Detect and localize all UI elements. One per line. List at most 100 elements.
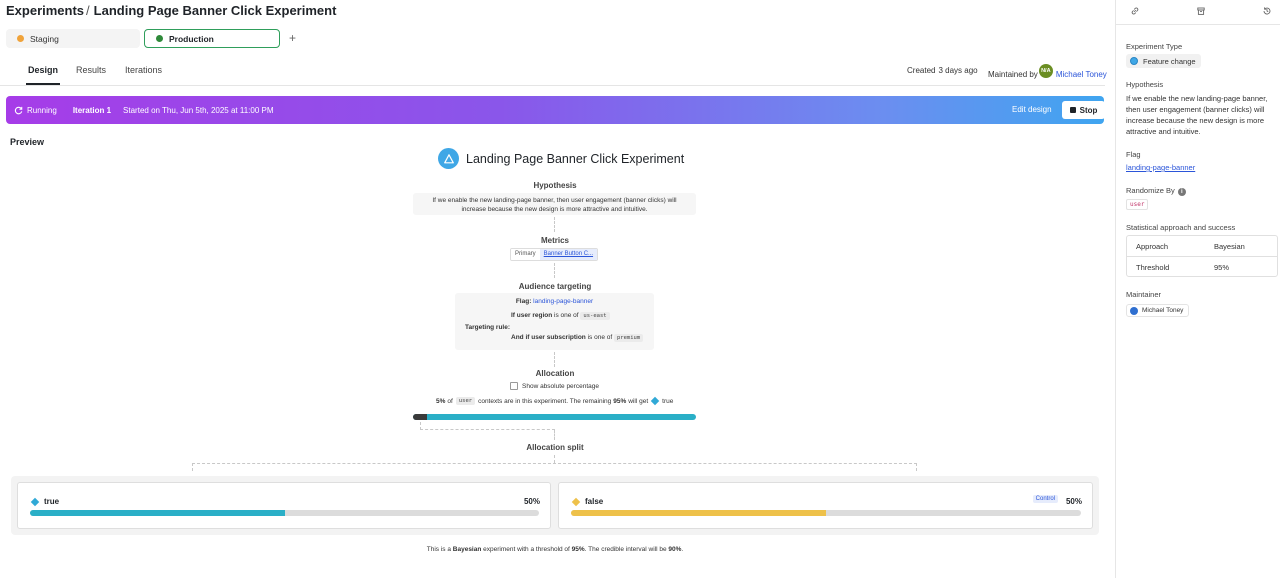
status-text: Running [27, 105, 57, 115]
experiment-header: Landing Page Banner Click Experiment [438, 148, 684, 169]
metric-type-label: Primary [511, 249, 540, 260]
control-badge: Control [1032, 495, 1058, 503]
note-text: . The credible interval will be [584, 546, 667, 553]
maintainer-link[interactable]: Michael Toney [1056, 70, 1107, 79]
variation-bar-fill [571, 510, 826, 516]
env-tab-staging[interactable]: Staging [6, 29, 140, 48]
experiment-summary-note: This is a Bayesian experiment with a thr… [0, 546, 1110, 553]
hypothesis-label: Hypothesis [1126, 80, 1164, 89]
connector-line [192, 463, 917, 471]
hypothesis-heading: Hypothesis [533, 181, 577, 190]
variation-percent: 50% [1065, 497, 1082, 506]
alloc-pct: 5% [436, 397, 446, 405]
cond-op: is one of [587, 334, 613, 341]
stat-key: Threshold [1136, 263, 1170, 272]
note-text: . [681, 546, 684, 553]
note-text: experiment with a threshold of [483, 546, 570, 553]
stat-key: Approach [1136, 241, 1169, 251]
hypothesis-line: increase because the new design is more … [461, 206, 648, 213]
history-icon[interactable] [1262, 6, 1272, 16]
variation-bar [571, 510, 1081, 516]
breadcrumb-experiments-link[interactable]: Experiments [6, 3, 84, 18]
cond-value: us-east [580, 312, 610, 320]
alloc-will-get: will get [628, 397, 649, 405]
allocation-summary: 5% of user contexts are in this experime… [434, 396, 674, 406]
alloc-of: of [447, 397, 453, 405]
diamond-icon [571, 497, 581, 506]
cond-prefix: If [511, 312, 515, 319]
tab-design[interactable]: Design [28, 65, 58, 75]
table-row: Approach Bayesian [1127, 236, 1277, 257]
randomize-by-value: user [1126, 199, 1149, 210]
breadcrumb: Experiments / Landing Page Banner Click Ex… [6, 3, 336, 18]
metric-pill: Primary Banner Button C... [510, 248, 599, 261]
flag-link[interactable]: landing-page-banner [533, 298, 593, 305]
cond-attr: user region [516, 312, 553, 319]
status-dot-icon [156, 35, 163, 42]
diamond-icon [650, 396, 660, 406]
avatar: N/A [1038, 64, 1053, 78]
allocation-split: true 50% false Control 50% [11, 476, 1099, 535]
experiment-title: Landing Page Banner Click Experiment [466, 151, 685, 166]
allocation-bar [413, 414, 696, 420]
diamond-icon [30, 497, 40, 506]
page-title: Landing Page Banner Click Experiment [93, 3, 337, 18]
cond-op: is one of [554, 312, 579, 319]
feature-change-icon [1130, 57, 1138, 65]
flag-link[interactable]: landing-page-banner [1126, 162, 1278, 173]
targeting-condition: And if user subscription is one of premi… [511, 334, 644, 342]
stop-label: Stop [1079, 105, 1098, 115]
tab-results[interactable]: Results [76, 65, 106, 75]
cond-prefix: And if [511, 334, 530, 341]
checkbox[interactable] [510, 382, 518, 390]
stop-button[interactable]: Stop [1062, 101, 1105, 119]
created-info: Created 3 days ago [907, 66, 978, 75]
iteration-label: Iteration 1 [72, 105, 112, 115]
cond-value: premium [613, 334, 644, 342]
metric-link[interactable]: Banner Button C... [539, 249, 598, 260]
tab-iterations[interactable]: Iterations [125, 65, 162, 75]
note-threshold: 95% [571, 546, 585, 553]
audience-box: Flag: landing-page-banner Targeting rule… [455, 293, 654, 350]
variation-bar-fill [30, 510, 285, 516]
variation-bar [30, 510, 539, 516]
hypothesis-box: If we enable the new landing-page banner… [413, 193, 696, 215]
allocation-split-heading: Allocation split [526, 443, 584, 452]
note-approach: Bayesian [452, 546, 482, 553]
variation-percent: 50% [523, 497, 540, 506]
connector-line [554, 263, 555, 278]
archive-icon[interactable] [1196, 6, 1206, 16]
alloc-remaining: 95% [613, 397, 627, 405]
link-icon[interactable] [1130, 6, 1140, 16]
connector-line [554, 430, 555, 440]
running-banner: Running Iteration 1 Started on Thu, Jun … [6, 96, 1105, 124]
started-text: Started on Thu, Jun 5th, 2025 at 11:00 P… [123, 105, 274, 115]
show-absolute-toggle[interactable]: Show absolute percentage [510, 382, 599, 390]
randomize-by-text: Randomize By [1126, 186, 1175, 195]
connector-line [554, 352, 555, 367]
info-icon[interactable]: i [1177, 188, 1186, 196]
variation-label: true [44, 497, 60, 506]
variation-label: false [585, 497, 604, 506]
edit-design-button[interactable]: Edit design [1012, 105, 1052, 114]
preview-heading: Preview [10, 137, 45, 147]
variation-card-true: true 50% [17, 482, 551, 529]
note-interval: 90% [668, 546, 682, 553]
alloc-default: true [662, 397, 674, 405]
variation-card-false: false Control 50% [558, 482, 1093, 529]
flask-icon [438, 148, 459, 169]
flag-label: Flag [1126, 150, 1141, 159]
connector-line [554, 455, 555, 463]
alloc-mid: contexts are in this experiment. The rem… [478, 397, 612, 405]
active-tab-indicator [26, 83, 60, 85]
add-environment-button[interactable]: + [289, 31, 296, 45]
env-tab-production[interactable]: Production [144, 29, 280, 48]
stat-approach-label: Statistical approach and success [1126, 223, 1236, 232]
hypothesis-text: If we enable the new landing-page banner… [1126, 94, 1268, 136]
stat-value: 95% [1214, 263, 1230, 272]
checkbox-label: Show absolute percentage [522, 382, 599, 390]
env-tab-label: Staging [30, 33, 59, 44]
created-label: Created [907, 66, 936, 75]
targeting-rule-label: Targeting rule: [465, 324, 511, 331]
sidebar-toolbar [1116, 0, 1280, 25]
